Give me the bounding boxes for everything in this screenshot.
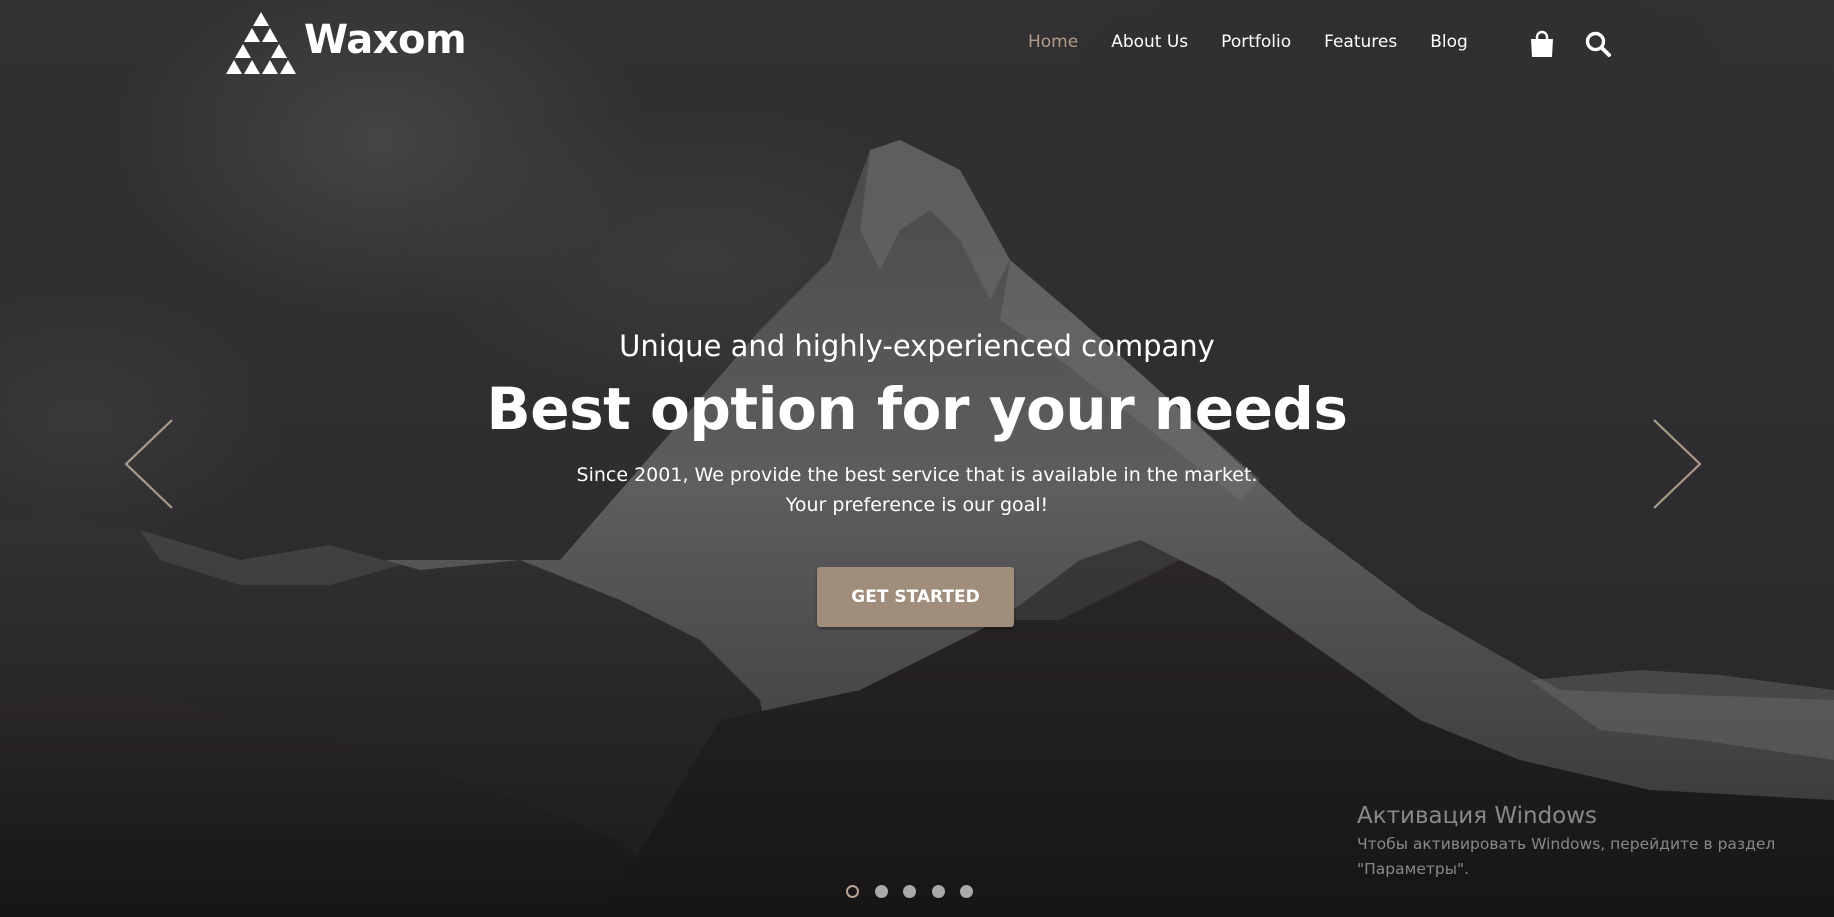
hero-description-line-1: Since 2001, We provide the best service … (576, 464, 1258, 486)
watermark-line-1: Чтобы активировать Windows, перейдите в … (1357, 835, 1776, 853)
page: Waxom Home About Us Portfolio Features B… (0, 0, 1834, 917)
header-actions (1528, 30, 1640, 58)
hero-content: Unique and highly-experienced company Be… (0, 320, 1834, 520)
brand-name: Waxom (304, 17, 467, 63)
logo[interactable]: Waxom (222, 10, 467, 80)
slider-dot-1[interactable] (846, 885, 859, 898)
nav-item-about-us[interactable]: About Us (1111, 32, 1188, 52)
slider-dot-3[interactable] (903, 885, 916, 898)
hero-subtitle: Unique and highly-experienced company (619, 329, 1215, 363)
watermark-line-2: "Параметры". (1357, 860, 1470, 878)
nav-item-home[interactable]: Home (1028, 32, 1078, 52)
slider-dot-4[interactable] (931, 885, 945, 898)
search-icon[interactable] (1584, 30, 1612, 58)
watermark-title: Активация Windows (1357, 803, 1598, 829)
site-header: Waxom Home About Us Portfolio Features B… (0, 0, 1834, 90)
get-started-button[interactable]: GET STARTED (817, 567, 1014, 627)
nav-item-blog[interactable]: Blog (1430, 32, 1468, 52)
nav-item-portfolio[interactable]: Portfolio (1221, 32, 1291, 52)
hero-description-line-2: Your preference is our goal! (785, 494, 1049, 516)
windows-activation-watermark: Активация Windows Чтобы активировать Win… (1357, 800, 1797, 882)
main-nav: Home About Us Portfolio Features Blog (1028, 32, 1501, 52)
triangle-logo-icon (226, 12, 296, 74)
nav-item-features[interactable]: Features (1324, 32, 1397, 52)
shopping-bag-icon[interactable] (1528, 30, 1556, 58)
slider-dot-5[interactable] (960, 885, 973, 898)
slider-pagination (846, 885, 989, 898)
slider-dot-2[interactable] (874, 885, 888, 898)
hero-description: Since 2001, We provide the best service … (0, 460, 1834, 520)
hero-title: Best option for your needs (486, 375, 1348, 443)
